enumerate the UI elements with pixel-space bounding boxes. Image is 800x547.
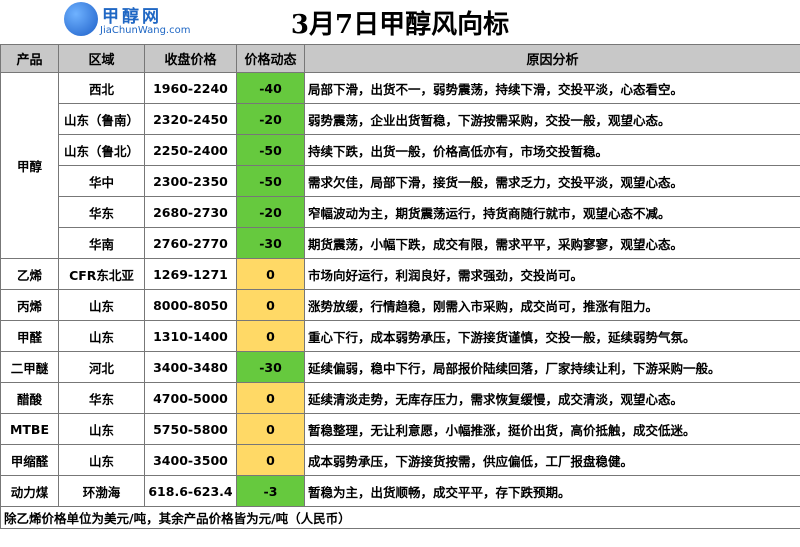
table-row: 华东 2680-2730 -20 窄幅波动为主，期货震荡运行，持货商随行就市，观…	[1, 196, 800, 228]
reason-cell: 局部下滑，出货不一，弱势震荡，持续下滑，交投平淡，心态看空。	[304, 72, 800, 104]
price-cell: 1960-2240	[144, 72, 237, 104]
region-cell: 华东	[58, 382, 145, 414]
table-header-row: 产品 区域 收盘价格 价格动态 原因分析	[0, 44, 800, 73]
reason-cell: 市场向好运行，利润良好，需求强劲，交投尚可。	[304, 258, 800, 290]
table-row: 二甲醚 河北 3400-3480 -30 延续偏弱，稳中下行，局部报价陆续回落，…	[0, 351, 800, 383]
change-cell: -30	[236, 351, 305, 383]
reason-cell: 延续清淡走势，无库存压力，需求恢复缓慢，成交清淡，观望心态。	[304, 382, 800, 414]
change-cell: 0	[236, 320, 305, 352]
reason-cell: 持续下跌，出货一般，价格高低亦有，市场交投暂稳。	[304, 134, 800, 166]
price-cell: 1310-1400	[144, 320, 237, 352]
region-cell: 山东	[58, 320, 145, 352]
region-cell: 山东（鲁北）	[58, 134, 145, 166]
change-cell: -20	[236, 103, 305, 135]
price-cell: 3400-3500	[144, 444, 237, 476]
region-cell: 华南	[58, 227, 145, 259]
price-cell: 618.6-623.4	[144, 475, 237, 507]
table-row: 华南 2760-2770 -30 期货震荡，小幅下跌，成交有限，需求平平，采购寥…	[1, 227, 800, 259]
change-cell: -3	[236, 475, 305, 507]
header-change: 价格动态	[236, 44, 305, 73]
product-cell: 乙烯	[0, 258, 59, 290]
table-row: 甲缩醛 山东 3400-3500 0 成本弱势承压，下游接货按需，供应偏低，工厂…	[0, 444, 800, 476]
product-cell: MTBE	[0, 413, 59, 445]
footer-row: 除乙烯价格单位为美元/吨，其余产品价格皆为元/吨（人民币）	[0, 506, 800, 529]
change-cell: 0	[236, 258, 305, 290]
change-cell: 0	[236, 289, 305, 321]
price-cell: 2760-2770	[144, 227, 237, 259]
product-cell: 动力煤	[0, 475, 59, 507]
table-row: 丙烯 山东 8000-8050 0 涨势放缓，行情趋稳，刚需入市采购，成交尚可，…	[0, 289, 800, 321]
table-row: 山东（鲁南） 2320-2450 -20 弱势震荡，企业出货暂稳，下游按需采购，…	[1, 103, 800, 135]
reason-cell: 暂稳整理，无让利意愿，小幅推涨，挺价出货，高价抵触，成交低迷。	[304, 413, 800, 445]
table-row: 甲醛 山东 1310-1400 0 重心下行，成本弱势承压，下游接货谨慎，交投一…	[0, 320, 800, 352]
price-cell: 5750-5800	[144, 413, 237, 445]
change-cell: 0	[236, 382, 305, 414]
reason-cell: 延续偏弱，稳中下行，局部报价陆续回落，厂家持续让利，下游采购一般。	[304, 351, 800, 383]
change-cell: -50	[236, 134, 305, 166]
price-cell: 2300-2350	[144, 165, 237, 197]
region-cell: 华中	[58, 165, 145, 197]
price-cell: 2320-2450	[144, 103, 237, 135]
product-cell: 甲醇	[0, 72, 59, 259]
region-cell: CFR东北亚	[58, 258, 145, 290]
header-region: 区域	[58, 44, 145, 73]
reason-cell: 期货震荡，小幅下跌，成交有限，需求平平，采购寥寥，观望心态。	[304, 227, 800, 259]
change-cell: -30	[236, 227, 305, 259]
price-cell: 1269-1271	[144, 258, 237, 290]
reason-cell: 涨势放缓，行情趋稳，刚需入市采购，成交尚可，推涨有阻力。	[304, 289, 800, 321]
region-cell: 环渤海	[58, 475, 145, 507]
table-row: 动力煤 环渤海 618.6-623.4 -3 暂稳为主，出货顺畅，成交平平，存下…	[0, 475, 800, 507]
reason-cell: 重心下行，成本弱势承压，下游接货谨慎，交投一般，延续弱势气氛。	[304, 320, 800, 352]
product-cell: 醋酸	[0, 382, 59, 414]
footer-note: 除乙烯价格单位为美元/吨，其余产品价格皆为元/吨（人民币）	[0, 506, 800, 529]
region-cell: 华东	[58, 196, 145, 228]
region-cell: 西北	[58, 72, 145, 104]
product-cell: 甲缩醛	[0, 444, 59, 476]
region-cell: 山东	[58, 289, 145, 321]
product-cell: 甲醛	[0, 320, 59, 352]
reason-cell: 窄幅波动为主，期货震荡运行，持货商随行就市，观望心态不减。	[304, 196, 800, 228]
region-cell: 河北	[58, 351, 145, 383]
region-cell: 山东	[58, 413, 145, 445]
change-cell: -20	[236, 196, 305, 228]
header-reason: 原因分析	[304, 44, 800, 73]
header-price: 收盘价格	[144, 44, 237, 73]
product-cell: 二甲醚	[0, 351, 59, 383]
table-row: 华中 2300-2350 -50 需求欠佳，局部下滑，接货一般，需求乏力，交投平…	[1, 165, 800, 197]
page-header: 甲醇网 JiaChunWang.com 3月7日甲醇风向标	[0, 0, 800, 44]
change-cell: 0	[236, 413, 305, 445]
reason-cell: 暂稳为主，出货顺畅，成交平平，存下跌预期。	[304, 475, 800, 507]
reason-cell: 弱势震荡，企业出货暂稳，下游按需采购，交投一般，观望心态。	[304, 103, 800, 135]
price-table: 产品 区域 收盘价格 价格动态 原因分析 甲醇 西北 1960-2240 -40…	[0, 44, 800, 529]
table-row: MTBE 山东 5750-5800 0 暂稳整理，无让利意愿，小幅推涨，挺价出货…	[0, 413, 800, 445]
change-cell: 0	[236, 444, 305, 476]
page-title: 3月7日甲醇风向标	[290, 10, 510, 40]
price-cell: 4700-5000	[144, 382, 237, 414]
header-product: 产品	[0, 44, 59, 73]
price-cell: 2680-2730	[144, 196, 237, 228]
change-cell: -50	[236, 165, 305, 197]
price-cell: 2250-2400	[144, 134, 237, 166]
table-row: 乙烯 CFR东北亚 1269-1271 0 市场向好运行，利润良好，需求强劲，交…	[0, 258, 800, 290]
reason-cell: 成本弱势承压，下游接货按需，供应偏低，工厂报盘稳健。	[304, 444, 800, 476]
table-row: 醋酸 华东 4700-5000 0 延续清淡走势，无库存压力，需求恢复缓慢，成交…	[0, 382, 800, 414]
change-cell: -40	[236, 72, 305, 104]
region-cell: 山东（鲁南）	[58, 103, 145, 135]
reason-cell: 需求欠佳，局部下滑，接货一般，需求乏力，交投平淡，观望心态。	[304, 165, 800, 197]
price-cell: 8000-8050	[144, 289, 237, 321]
table-row: 山东（鲁北） 2250-2400 -50 持续下跌，出货一般，价格高低亦有，市场…	[1, 134, 800, 166]
table-row: 甲醇 西北 1960-2240 -40 局部下滑，出货不一，弱势震荡，持续下滑，…	[0, 72, 800, 259]
region-cell: 山东	[58, 444, 145, 476]
product-cell: 丙烯	[0, 289, 59, 321]
price-cell: 3400-3480	[144, 351, 237, 383]
